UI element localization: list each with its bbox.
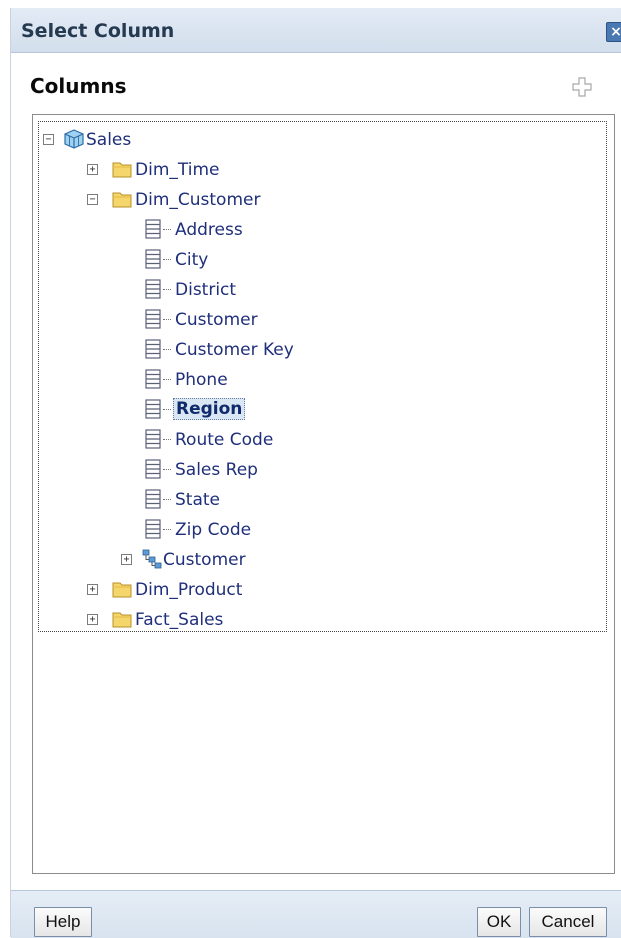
tree-label[interactable]: Customer [163,550,246,570]
tree-node-column-selected[interactable]: Region [39,396,599,426]
tree-label[interactable]: Phone [175,370,228,390]
tree-label[interactable]: Customer Key [175,340,294,360]
tree-node-sales[interactable]: − Sales [39,126,599,156]
tree-connector [163,529,171,530]
tree-connector [163,439,171,440]
tree-connector [163,319,171,320]
collapse-toggle[interactable]: − [87,194,98,205]
folder-icon [112,612,132,628]
folder-icon [112,162,132,178]
tree-label[interactable]: Sales Rep [175,460,258,480]
tree-label[interactable]: State [175,490,220,510]
column-icon [145,399,161,419]
column-tree: − Sales + Dim_Time − Dim_Customer Addres… [38,121,607,632]
tree-label[interactable]: City [175,250,208,270]
tree-label[interactable]: Customer [175,310,258,330]
expand-toggle[interactable]: + [87,614,98,625]
tree-connector [163,409,171,410]
column-icon [145,249,161,269]
tree-connector [163,259,171,260]
help-button[interactable]: Help [34,907,92,937]
cube-icon [64,129,84,149]
dialog-titlebar[interactable]: Select Column × [11,8,621,53]
tree-connector [163,229,171,230]
tree-label[interactable]: Zip Code [175,520,251,540]
tree-label[interactable]: District [175,280,236,300]
column-icon [145,489,161,509]
column-icon [145,339,161,359]
tree-label[interactable]: Dim_Customer [135,190,260,210]
tree-connector [163,349,171,350]
plus-icon[interactable] [571,76,593,98]
hierarchy-icon [142,549,162,569]
tree-node-column[interactable]: City [39,246,599,276]
tree-node-column[interactable]: Route Code [39,426,599,456]
tree-connector [163,379,171,380]
tree-node-column[interactable]: Customer Key [39,336,599,366]
column-icon [145,519,161,539]
column-icon [145,459,161,479]
column-icon [145,219,161,239]
tree-node-column[interactable]: Zip Code [39,516,599,546]
tree-connector [163,289,171,290]
tree-node-folder[interactable]: − Dim_Customer [39,186,599,216]
tree-node-folder[interactable]: + Dim_Time [39,156,599,186]
tree-label[interactable]: Sales [86,130,131,150]
expand-toggle[interactable]: + [121,554,132,565]
tree-label[interactable]: Dim_Product [135,580,242,600]
columns-heading: Columns [30,74,127,98]
column-icon [145,369,161,389]
ok-button[interactable]: OK [477,907,521,937]
dialog-footer: Help OK Cancel [11,890,621,938]
tree-label[interactable]: Dim_Time [135,160,219,180]
folder-icon [112,582,132,598]
column-icon [145,279,161,299]
dialog-title: Select Column [21,20,175,42]
tree-label[interactable]: Fact_Sales [135,610,223,630]
folder-icon [112,192,132,208]
expand-toggle[interactable]: + [87,584,98,595]
select-column-dialog: Select Column × Columns − Sales + Dim_Ti… [10,8,621,938]
close-icon[interactable]: × [606,22,621,42]
tree-label[interactable]: Route Code [175,430,273,450]
column-icon [145,429,161,449]
columns-panel: − Sales + Dim_Time − Dim_Customer Addres… [32,114,615,874]
column-icon [145,309,161,329]
tree-label[interactable]: Address [175,220,243,240]
cancel-button[interactable]: Cancel [529,907,607,937]
tree-node-hierarchy[interactable]: + Customer [39,546,599,576]
tree-node-column[interactable]: Customer [39,306,599,336]
tree-node-folder[interactable]: + Dim_Product [39,576,599,606]
collapse-toggle[interactable]: − [43,134,54,145]
tree-node-column[interactable]: Sales Rep [39,456,599,486]
tree-node-column[interactable]: Address [39,216,599,246]
tree-connector [163,499,171,500]
tree-connector [163,469,171,470]
tree-node-column[interactable]: Phone [39,366,599,396]
tree-node-folder[interactable]: + Fact_Sales [39,606,599,636]
expand-toggle[interactable]: + [87,164,98,175]
tree-node-column[interactable]: District [39,276,599,306]
tree-node-column[interactable]: State [39,486,599,516]
tree-label-selected[interactable]: Region [173,398,246,420]
